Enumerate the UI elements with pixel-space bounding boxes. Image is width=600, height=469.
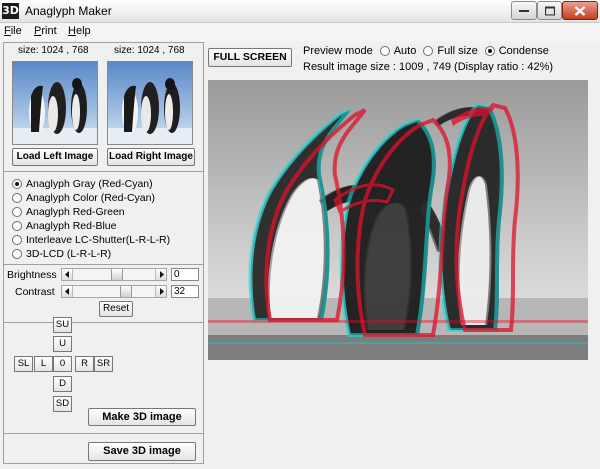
divider — [4, 322, 203, 323]
close-button[interactable] — [562, 1, 598, 20]
shift-super-up-button[interactable]: SU — [53, 317, 72, 333]
preview-option-label: Condense — [498, 45, 549, 57]
radio-icon — [12, 235, 22, 245]
brightness-label: Brightness — [7, 269, 57, 281]
result-image-size: Result image size : 1009 , 749 (Display … — [303, 61, 554, 73]
mode-option-gray[interactable]: Anaglyph Gray (Red-Cyan) — [12, 177, 153, 191]
scroll-left-arrow[interactable] — [62, 269, 73, 280]
radio-icon — [12, 249, 22, 259]
mode-label: Anaglyph Red-Blue — [26, 220, 117, 232]
mode-label: Anaglyph Red-Green — [26, 206, 125, 218]
shift-super-left-button[interactable]: SL — [14, 356, 33, 372]
shift-super-down-button[interactable]: SD — [53, 396, 72, 412]
preview-option-label: Full size — [437, 45, 478, 57]
radio-icon — [12, 221, 22, 231]
radio-icon — [12, 193, 22, 203]
contrast-value[interactable]: 32 — [171, 285, 199, 298]
divider — [4, 171, 203, 172]
brightness-slider[interactable] — [61, 268, 167, 281]
contrast-slider[interactable] — [61, 285, 167, 298]
minimize-icon — [519, 9, 529, 12]
preview-option-auto[interactable]: Auto — [379, 45, 417, 57]
menu-print[interactable]: Print — [34, 25, 57, 37]
preview-option-condense[interactable]: Condense — [484, 45, 549, 57]
arrow-left-icon — [65, 288, 69, 295]
scroll-left-arrow[interactable] — [62, 286, 73, 297]
right-image-size: size: 1024 , 768 — [114, 45, 185, 56]
arrow-right-icon — [160, 288, 164, 295]
scroll-right-arrow[interactable] — [155, 269, 166, 280]
menu-bar: File Print Help — [0, 23, 600, 41]
radio-icon — [379, 46, 390, 56]
left-image-thumbnail — [12, 61, 98, 145]
shift-up-button[interactable]: U — [53, 336, 72, 352]
shift-reset-button[interactable]: 0 — [53, 356, 72, 372]
mode-option-red-green[interactable]: Anaglyph Red-Green — [12, 205, 125, 219]
contrast-label: Contrast — [15, 286, 55, 298]
scroll-right-arrow[interactable] — [155, 286, 166, 297]
shift-right-button[interactable]: R — [75, 356, 94, 372]
arrow-left-icon — [65, 271, 69, 278]
brightness-value[interactable]: 0 — [171, 268, 199, 281]
save-3d-image-button[interactable]: Save 3D image — [88, 442, 196, 461]
close-icon — [574, 5, 586, 16]
shift-left-button[interactable]: L — [34, 356, 53, 372]
minimize-button[interactable] — [511, 1, 537, 20]
right-image-thumbnail — [107, 61, 193, 145]
mode-label: Anaglyph Gray (Red-Cyan) — [26, 178, 153, 190]
menu-help[interactable]: Help — [68, 25, 91, 37]
penguins-left-image — [13, 62, 97, 144]
divider — [4, 264, 203, 265]
mode-label: 3D-LCD (L-R-L-R) — [26, 248, 112, 260]
window-title: Anaglyph Maker — [25, 4, 112, 18]
mode-option-interleave[interactable]: Interleave LC-Shutter(L-R-L-R) — [12, 233, 170, 247]
mode-option-red-blue[interactable]: Anaglyph Red-Blue — [12, 219, 116, 233]
load-right-image-button[interactable]: Load Right Image — [107, 148, 195, 166]
mode-label: Anaglyph Color (Red-Cyan) — [26, 192, 155, 204]
shift-down-button[interactable]: D — [53, 376, 72, 392]
radio-selected-icon — [12, 179, 22, 189]
mode-option-color[interactable]: Anaglyph Color (Red-Cyan) — [12, 191, 155, 205]
divider — [4, 433, 203, 434]
make-3d-image-button[interactable]: Make 3D image — [88, 408, 196, 426]
title-bar: 3D Anaglyph Maker — [0, 0, 600, 23]
preview-option-full-size[interactable]: Full size — [423, 45, 478, 57]
radio-icon — [12, 207, 22, 217]
reset-button[interactable]: Reset — [99, 301, 133, 317]
preview-mode-label: Preview mode — [303, 45, 373, 57]
full-screen-button[interactable]: FULL SCREEN — [208, 48, 292, 67]
penguins-right-image — [108, 62, 192, 144]
anaglyph-penguins-image — [208, 80, 588, 360]
arrow-right-icon — [160, 271, 164, 278]
preview-mode-group: Preview mode Auto Full size Condense — [303, 45, 549, 57]
left-image-size: size: 1024 , 768 — [18, 45, 89, 56]
maximize-icon — [544, 6, 555, 15]
shift-super-right-button[interactable]: SR — [94, 356, 113, 372]
mode-label: Interleave LC-Shutter(L-R-L-R) — [26, 234, 171, 246]
mode-option-3d-lcd[interactable]: 3D-LCD (L-R-L-R) — [12, 247, 111, 261]
brightness-slider-thumb[interactable] — [111, 269, 123, 280]
load-left-image-button[interactable]: Load Left Image — [12, 148, 98, 166]
anaglyph-preview — [208, 80, 588, 360]
radio-selected-icon — [484, 46, 495, 56]
radio-icon — [423, 46, 434, 56]
preview-option-label: Auto — [393, 45, 417, 57]
contrast-slider-thumb[interactable] — [120, 286, 132, 297]
control-panel: size: 1024 , 768 size: 1024 , 768 Load L… — [3, 42, 204, 464]
maximize-button[interactable] — [537, 1, 562, 20]
app-3d-icon: 3D — [2, 3, 19, 19]
menu-file[interactable]: File — [4, 25, 22, 37]
